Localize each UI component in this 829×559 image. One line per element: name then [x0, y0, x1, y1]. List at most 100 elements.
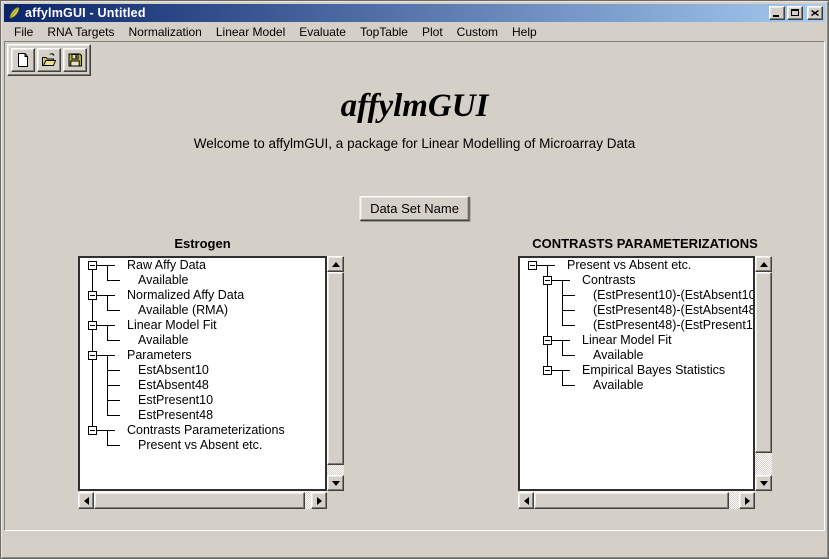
tree-expand-box[interactable] — [543, 336, 552, 345]
up-arrow-icon — [760, 262, 768, 267]
tree-line — [562, 295, 575, 296]
scroll-left-button[interactable] — [518, 492, 534, 509]
tree-line — [107, 295, 108, 311]
tree-expand-box[interactable] — [543, 276, 552, 285]
tree-node-label[interactable]: Available (RMA) — [138, 303, 228, 318]
dataset-tree-canvas: Raw Affy DataAvailableNormalized Affy Da… — [78, 256, 327, 491]
tree-node-label[interactable]: Present vs Absent etc. — [567, 258, 691, 273]
maximize-button[interactable] — [787, 6, 803, 20]
tree-line — [107, 325, 108, 341]
tree-node-label[interactable]: (EstPresent48)-(EstPresent10) — [593, 318, 755, 333]
tree-line — [562, 325, 575, 326]
tree-node-label[interactable]: Contrasts — [582, 273, 636, 288]
close-button[interactable] — [807, 6, 823, 20]
tree-node-label[interactable]: Raw Affy Data — [127, 258, 206, 273]
tree-expand-box[interactable] — [88, 351, 97, 360]
menu-item-rna-targets[interactable]: RNA Targets — [40, 23, 121, 41]
tree-line — [107, 355, 108, 416]
scroll-up-button[interactable] — [755, 256, 772, 272]
right-arrow-icon — [317, 497, 322, 505]
tree-line — [107, 265, 108, 281]
tree-line — [562, 355, 575, 356]
page-subtitle: Welcome to affylmGUI, a package for Line… — [5, 136, 824, 151]
contrasts-tree-vscrollbar[interactable] — [755, 256, 772, 491]
tree-node-label[interactable]: EstPresent10 — [138, 393, 213, 408]
tree-line — [562, 310, 575, 311]
contrasts-tree-hscrollbar[interactable] — [518, 492, 755, 509]
tree-expand-box[interactable] — [88, 261, 97, 270]
menu-item-plot[interactable]: Plot — [415, 23, 450, 41]
scroll-down-button[interactable] — [327, 475, 344, 491]
tree-line — [562, 340, 563, 356]
data-set-name-button[interactable]: Data Set Name — [359, 196, 470, 221]
vscroll-thumb[interactable] — [327, 272, 344, 465]
dataset-tree-title: Estrogen — [78, 235, 327, 256]
menu-item-toptable[interactable]: TopTable — [353, 23, 415, 41]
tree-line — [107, 415, 120, 416]
tree-node-label[interactable]: (EstPresent48)-(EstAbsent48) — [593, 303, 755, 318]
new-file-button[interactable] — [11, 48, 35, 72]
window-controls — [769, 6, 823, 20]
tree-node-label[interactable]: Available — [593, 378, 644, 393]
tk-feather-icon — [7, 6, 21, 20]
tree-node-label[interactable]: Available — [138, 273, 189, 288]
tree-node-label[interactable]: Parameters — [127, 348, 192, 363]
contrasts-tree-canvas: Present vs Absent etc.Contrasts(EstPrese… — [518, 256, 755, 491]
tree-expand-box[interactable] — [88, 291, 97, 300]
tree-node-label[interactable]: Linear Model Fit — [582, 333, 672, 348]
minimize-button[interactable] — [769, 6, 785, 20]
hscroll-thumb[interactable] — [534, 492, 729, 509]
status-strip — [4, 532, 825, 558]
scroll-down-button[interactable] — [755, 475, 772, 491]
scroll-left-button[interactable] — [78, 492, 94, 509]
tree-expand-box[interactable] — [88, 321, 97, 330]
dataset-tree-group: Estrogen Raw Affy DataAvailableNormalize… — [78, 235, 344, 509]
down-arrow-icon — [332, 481, 340, 486]
tree-line — [562, 385, 575, 386]
tree-expand-box[interactable] — [88, 426, 97, 435]
toolbar — [7, 44, 91, 76]
tree-line — [107, 430, 108, 446]
menu-item-linear-model[interactable]: Linear Model — [209, 23, 292, 41]
menu-item-custom[interactable]: Custom — [450, 23, 505, 41]
tree-node-label[interactable]: Linear Model Fit — [127, 318, 217, 333]
dataset-tree-vscrollbar[interactable] — [327, 256, 344, 491]
tree-node-label[interactable]: (EstPresent10)-(EstAbsent10) — [593, 288, 755, 303]
tree-node-label[interactable]: EstAbsent10 — [138, 363, 209, 378]
close-icon — [811, 10, 819, 16]
hscroll-thumb[interactable] — [94, 492, 305, 509]
tree-node-label[interactable]: Contrasts Parameterizations — [127, 423, 285, 438]
tree-node-label[interactable]: EstPresent48 — [138, 408, 213, 423]
tree-node-label[interactable]: Available — [593, 348, 644, 363]
tree-node-label[interactable]: Present vs Absent etc. — [138, 438, 262, 453]
vscroll-thumb[interactable] — [755, 272, 772, 453]
left-arrow-icon — [524, 497, 529, 505]
scroll-right-button[interactable] — [311, 492, 327, 509]
tree-line — [562, 280, 563, 326]
tree-line — [107, 310, 120, 311]
tree-node-label[interactable]: Normalized Affy Data — [127, 288, 244, 303]
tree-line — [107, 445, 120, 446]
menu-item-evaluate[interactable]: Evaluate — [292, 23, 353, 41]
tree-node-label[interactable]: Available — [138, 333, 189, 348]
menu-item-help[interactable]: Help — [505, 23, 544, 41]
tree-line — [92, 265, 93, 431]
menu-item-normalization[interactable]: Normalization — [122, 23, 209, 41]
dataset-tree-hscrollbar[interactable] — [78, 492, 327, 509]
down-arrow-icon — [760, 481, 768, 486]
tree-expand-box[interactable] — [528, 261, 537, 270]
open-folder-icon — [41, 52, 57, 68]
titlebar[interactable]: affylmGUI - Untitled — [4, 4, 825, 22]
tree-node-label[interactable]: Empirical Bayes Statistics — [582, 363, 725, 378]
menu-item-file[interactable]: File — [7, 23, 40, 41]
tree-line — [562, 370, 563, 386]
tree-line — [107, 385, 120, 386]
tree-line — [107, 280, 120, 281]
scroll-right-button[interactable] — [739, 492, 755, 509]
tree-line — [107, 370, 120, 371]
scroll-up-button[interactable] — [327, 256, 344, 272]
save-file-button[interactable] — [63, 48, 87, 72]
open-file-button[interactable] — [37, 48, 61, 72]
tree-node-label[interactable]: EstAbsent48 — [138, 378, 209, 393]
tree-expand-box[interactable] — [543, 366, 552, 375]
